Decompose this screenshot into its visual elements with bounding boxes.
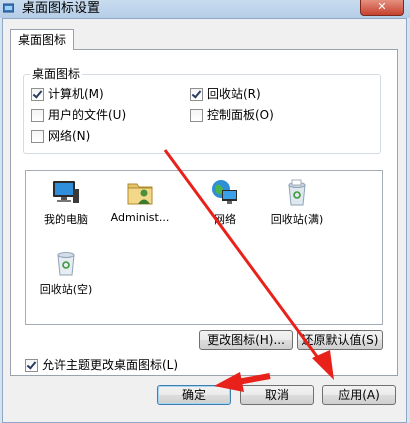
checkbox-label: 允许主题更改桌面图标(L)	[42, 358, 179, 372]
checkbox-label: 网络(N)	[48, 129, 91, 143]
checkbox-label: 计算机(M)	[48, 87, 104, 101]
checkbox-recycle-bin[interactable]: 回收站(R)	[190, 87, 261, 101]
checkbox-user-files[interactable]: 用户的文件(U)	[31, 108, 126, 122]
ok-button[interactable]: 确定	[157, 385, 231, 405]
dialog-body: 桌面图标 桌面图标 计算机(M) 回收站(R) 用户的文件(U) 控制面板(O)	[2, 18, 407, 423]
checkbox-label: 用户的文件(U)	[48, 108, 127, 122]
restore-default-button[interactable]: 还原默认值(S)	[297, 330, 383, 350]
checkbox-label: 控制面板(O)	[207, 108, 274, 122]
checkbox-network[interactable]: 网络(N)	[31, 129, 90, 143]
title-bar: 桌面图标设置 ✕	[0, 0, 410, 18]
tab-desktop-icons[interactable]: 桌面图标	[10, 29, 74, 50]
tab-panel: 桌面图标 计算机(M) 回收站(R) 用户的文件(U) 控制面板(O) 网络(N…	[10, 49, 398, 376]
desktop-icons-group: 桌面图标 计算机(M) 回收站(R) 用户的文件(U) 控制面板(O) 网络(N…	[23, 67, 381, 154]
group-legend: 桌面图标	[30, 67, 83, 81]
computer-icon	[53, 181, 79, 203]
item-label: 网络	[214, 213, 236, 226]
checkbox-box[interactable]	[31, 108, 44, 122]
recycle-bin-full-icon	[288, 179, 306, 206]
checkbox-box[interactable]	[25, 358, 38, 372]
list-item-computer[interactable]: 我的电脑	[31, 177, 101, 227]
list-item-network[interactable]: 网络	[190, 177, 260, 227]
checkbox-box[interactable]	[31, 129, 44, 143]
cancel-button[interactable]: 取消	[240, 385, 314, 405]
window-title: 桌面图标设置	[22, 1, 101, 16]
icon-list[interactable]: 我的电脑 Administ... 网络 回收站(满) 回收站(空)	[25, 170, 383, 325]
checkbox-computer[interactable]: 计算机(M)	[31, 87, 104, 101]
close-icon: ✕	[377, 0, 387, 13]
item-label: 我的电脑	[44, 213, 88, 226]
window-app-icon	[3, 3, 14, 13]
network-icon	[212, 180, 237, 204]
apply-button[interactable]: 应用(A)	[322, 385, 396, 405]
checkbox-allow-themes[interactable]: 允许主题更改桌面图标(L)	[25, 358, 178, 372]
item-label: 回收站(空)	[39, 283, 93, 296]
checkbox-box[interactable]	[31, 87, 44, 101]
recycle-bin-empty-icon	[57, 252, 75, 276]
tab-label: 桌面图标	[17, 33, 66, 47]
change-icon-button[interactable]: 更改图标(H)...	[199, 330, 293, 350]
checkbox-box[interactable]	[190, 108, 203, 122]
checkbox-label: 回收站(R)	[207, 87, 261, 101]
checkbox-box[interactable]	[190, 87, 203, 101]
item-label: Administ...	[110, 211, 170, 224]
list-item-recycle-bin-full[interactable]: 回收站(满)	[262, 177, 332, 227]
checkbox-control-panel[interactable]: 控制面板(O)	[190, 108, 274, 122]
close-button[interactable]: ✕	[360, 0, 404, 16]
user-folder-icon	[127, 183, 153, 205]
list-item-administrator[interactable]: Administ...	[105, 177, 175, 224]
list-item-recycle-bin-empty[interactable]: 回收站(空)	[31, 247, 101, 297]
item-label: 回收站(满)	[270, 213, 324, 226]
